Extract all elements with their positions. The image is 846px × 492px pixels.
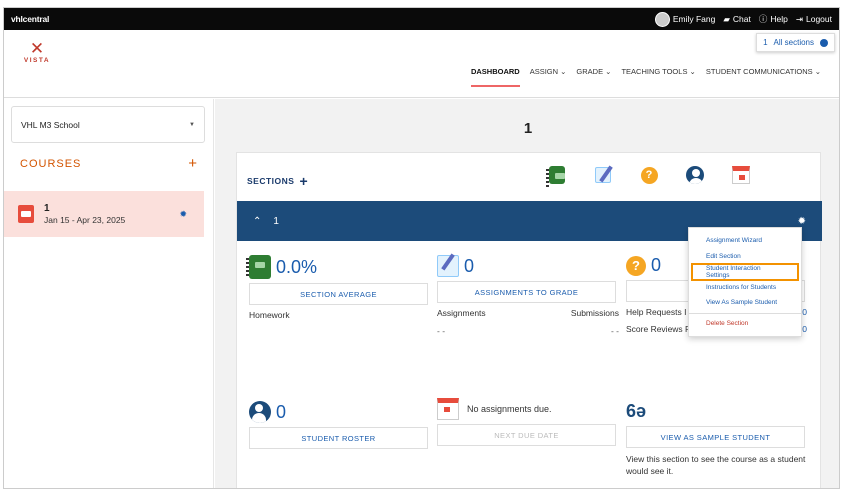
help-link[interactable]: ⓘ Help bbox=[759, 13, 788, 25]
help-requests-count[interactable]: 0 bbox=[802, 307, 807, 317]
logout-icon: ⇥ bbox=[795, 13, 803, 24]
stat-next-due: No assignments due. NEXT DUE DATE bbox=[437, 398, 616, 446]
stat-student-roster: 0 STUDENT ROSTER bbox=[249, 401, 428, 449]
course-book-icon bbox=[18, 205, 34, 223]
menu-divider bbox=[689, 312, 801, 314]
quick-icons: ? bbox=[546, 165, 751, 187]
chat-icon: ▰ bbox=[723, 13, 730, 24]
brand-logo[interactable]: vhlcentral bbox=[11, 14, 49, 24]
chat-label: Chat bbox=[732, 14, 751, 24]
vista-logo-text: VISTA bbox=[23, 57, 51, 64]
score-reviews-count[interactable]: 0 bbox=[802, 324, 807, 334]
roster-icon bbox=[249, 401, 271, 423]
assignments-value: - - bbox=[437, 326, 446, 336]
sections-card: SECTIONS + ? ⌃ 1 ✹ 0.0% SECTION AVERAGE … bbox=[236, 152, 822, 488]
page-title: 1 bbox=[523, 120, 533, 137]
assignments-to-grade-button[interactable]: ASSIGNMENTS TO GRADE bbox=[437, 281, 616, 303]
school-name: VHL M3 School bbox=[21, 119, 80, 130]
nav-assign[interactable]: ASSIGN ⌄ bbox=[530, 67, 567, 87]
menu-view-as-sample-student[interactable]: View As Sample Student bbox=[689, 295, 801, 311]
score-reviews-label: Score Reviews F bbox=[626, 324, 691, 334]
course-name: 1 bbox=[44, 203, 50, 214]
assignments-icon bbox=[437, 255, 459, 277]
vista-logo[interactable]: ✕ VISTA bbox=[18, 40, 56, 64]
sample-student-text: View this section to see the course as a… bbox=[626, 454, 806, 476]
gradebook-icon bbox=[246, 255, 271, 279]
header: ✕ VISTA 1 All sections DASHBOARD ASSIGN … bbox=[4, 30, 839, 98]
grade-labels: Assignments Submissions bbox=[437, 308, 619, 318]
student-roster-button[interactable]: STUDENT ROSTER bbox=[249, 427, 428, 449]
course-item[interactable]: 1 Jan 15 - Apr 23, 2025 ✹ bbox=[4, 191, 204, 237]
chat-link[interactable]: ▰ Chat bbox=[723, 14, 751, 25]
nav-dashboard[interactable]: DASHBOARD bbox=[470, 67, 520, 87]
nav-student-communications[interactable]: STUDENT COMMUNICATIONS ⌄ bbox=[706, 67, 821, 87]
chevron-up-icon[interactable]: ⌃ bbox=[253, 216, 261, 227]
help-requests-value: 0 bbox=[651, 255, 662, 275]
section-name: 1 bbox=[273, 215, 279, 227]
grade-values: - -- - bbox=[437, 326, 619, 336]
view-as-sample-student-button[interactable]: VIEW AS SAMPLE STUDENT bbox=[626, 426, 805, 448]
section-average-value: 0.0% bbox=[276, 256, 318, 277]
nav-grade[interactable]: GRADE ⌄ bbox=[576, 67, 611, 87]
user-name: Emily Fang bbox=[672, 14, 716, 24]
section-average-button[interactable]: SECTION AVERAGE bbox=[249, 283, 428, 305]
assignments-to-grade-value: 0 bbox=[464, 255, 475, 276]
school-select[interactable]: VHL M3 School ▼ bbox=[11, 106, 205, 143]
stat-assignments-to-grade: 0 ASSIGNMENTS TO GRADE Assignments Submis… bbox=[437, 255, 619, 336]
section-actions-menu: Assignment Wizard Edit Section Student I… bbox=[688, 227, 802, 337]
nav-teaching-tools[interactable]: TEACHING TOOLS ⌄ bbox=[621, 67, 695, 87]
help-requests-icon: ? bbox=[626, 255, 646, 276]
courses-header: COURSES + bbox=[20, 156, 198, 171]
sections-label: SECTIONS bbox=[247, 176, 295, 186]
logout-link[interactable]: ⇥ Logout bbox=[796, 14, 832, 25]
avatar bbox=[654, 11, 670, 27]
main-content: 1 SECTIONS + ? ⌃ 1 ✹ 0.0% SECTION AVERAG… bbox=[215, 99, 839, 488]
course-gear-icon[interactable]: ✹ bbox=[179, 209, 187, 220]
roster-icon[interactable] bbox=[685, 165, 705, 185]
section-count: 1 bbox=[763, 38, 768, 47]
menu-instructions-for-students[interactable]: Instructions for Students bbox=[689, 280, 801, 296]
sidebar: VHL M3 School ▼ COURSES + 1 Jan 15 - Apr… bbox=[4, 99, 214, 488]
help-requests-icon[interactable]: ? bbox=[639, 165, 659, 185]
chevron-down-icon bbox=[820, 38, 828, 47]
no-assignments-text: No assignments due. bbox=[467, 404, 552, 414]
user-menu[interactable]: Emily Fang bbox=[654, 11, 716, 27]
sections-header: SECTIONS + bbox=[247, 173, 308, 189]
menu-assignment-wizard[interactable]: Assignment Wizard bbox=[689, 233, 801, 249]
calendar-icon[interactable] bbox=[731, 165, 751, 185]
menu-edit-section[interactable]: Edit Section bbox=[689, 249, 801, 265]
app-window: vhlcentral Emily Fang ▰ Chat ⓘ Help ⇥ Lo… bbox=[3, 7, 840, 489]
submissions-value: - - bbox=[610, 326, 619, 336]
help-requests-label: Help Requests I bbox=[626, 307, 687, 317]
add-section-button[interactable]: + bbox=[299, 173, 308, 189]
logout-label: Logout bbox=[806, 14, 832, 24]
menu-delete-section[interactable]: Delete Section bbox=[689, 316, 801, 332]
assignments-icon[interactable] bbox=[593, 165, 613, 185]
courses-label: COURSES bbox=[20, 158, 82, 170]
course-text: 1 Jan 15 - Apr 23, 2025 bbox=[44, 203, 125, 225]
next-due-date-button[interactable]: NEXT DUE DATE bbox=[437, 424, 616, 446]
help-circle-icon: ⓘ bbox=[758, 14, 768, 24]
section-selector[interactable]: 1 All sections bbox=[756, 33, 835, 52]
glasses-icon: 6ə bbox=[626, 401, 647, 421]
menu-student-interaction-settings[interactable]: Student Interaction Settings bbox=[691, 263, 799, 281]
stat-section-average: 0.0% SECTION AVERAGE Homework bbox=[246, 255, 428, 320]
vista-logo-icon: ✕ bbox=[29, 39, 45, 58]
section-selector-label: All sections bbox=[773, 38, 814, 47]
assignments-label: Assignments bbox=[437, 308, 486, 318]
top-bar-right: Emily Fang ▰ Chat ⓘ Help ⇥ Logout bbox=[654, 11, 832, 27]
calendar-icon bbox=[437, 398, 459, 420]
submissions-label: Submissions bbox=[570, 308, 619, 318]
section-gear-icon[interactable]: ✹ bbox=[798, 216, 806, 227]
homework-label: Homework bbox=[249, 310, 290, 320]
caret-down-icon: ▼ bbox=[189, 121, 195, 128]
stat-sample-student: 6ə VIEW AS SAMPLE STUDENT View this sect… bbox=[626, 401, 807, 477]
course-dates: Jan 15 - Apr 23, 2025 bbox=[44, 215, 126, 225]
top-bar: vhlcentral Emily Fang ▰ Chat ⓘ Help ⇥ Lo… bbox=[4, 8, 839, 30]
gradebook-icon[interactable] bbox=[546, 165, 567, 187]
help-label: Help bbox=[770, 14, 788, 24]
main-nav: DASHBOARD ASSIGN ⌄ GRADE ⌄ TEACHING TOOL… bbox=[470, 67, 821, 87]
add-course-button[interactable]: + bbox=[188, 156, 198, 171]
roster-value: 0 bbox=[276, 401, 287, 422]
